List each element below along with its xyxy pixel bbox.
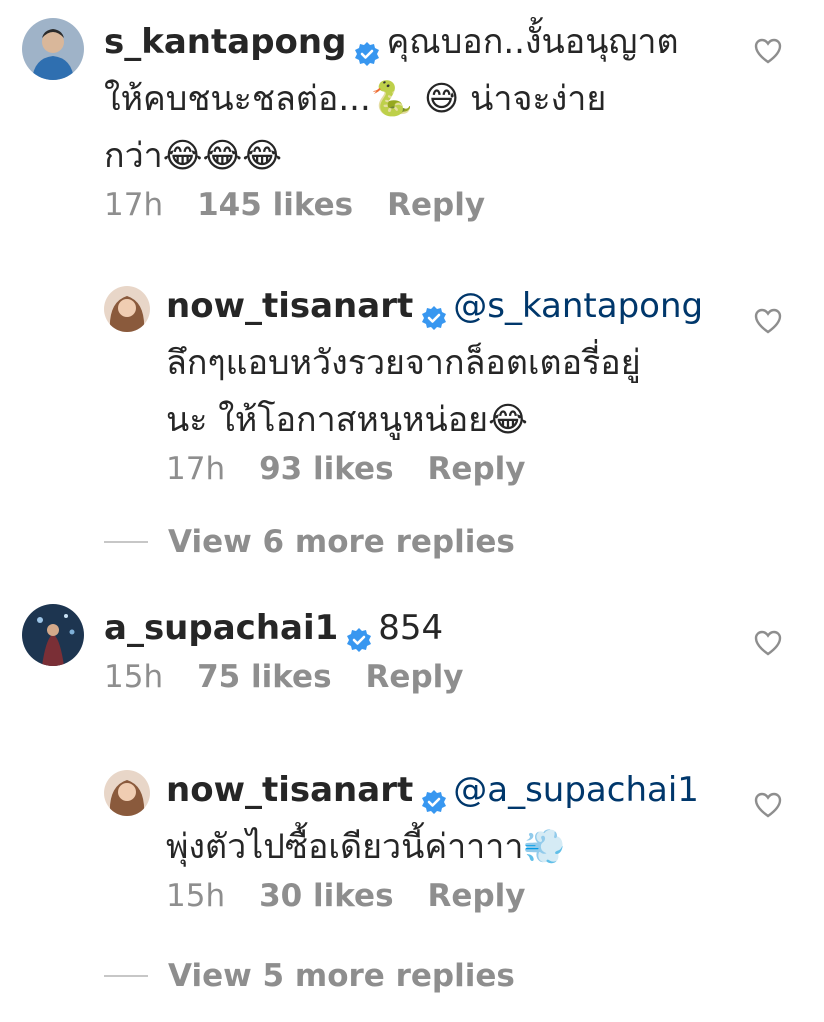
reply-button[interactable]: Reply — [428, 878, 526, 914]
verified-badge-icon — [421, 776, 447, 814]
comment-line: กว่า😂😂😂 — [104, 136, 282, 176]
timestamp: 15h — [104, 659, 164, 695]
comment-text: a_supachai1 854 — [104, 600, 722, 657]
timestamp: 17h — [104, 187, 164, 223]
view-more-label: View 6 more replies — [168, 524, 515, 560]
likes-count[interactable]: 30 likes — [259, 878, 393, 914]
likes-count[interactable]: 75 likes — [197, 659, 331, 695]
comment-a-supachai1: a_supachai1 854 15h 75 likes Reply — [22, 600, 722, 695]
heart-outline-icon[interactable] — [754, 38, 782, 64]
avatar[interactable] — [104, 770, 150, 816]
username[interactable]: a_supachai1 — [104, 608, 338, 648]
reply-now-tisanart: now_tisanart @a_supachai1 พุ่งตัวไปซื้อเด… — [104, 762, 724, 914]
reply-button[interactable]: Reply — [387, 187, 485, 223]
comment-content: a_supachai1 854 15h 75 likes Reply — [104, 600, 722, 695]
comment-content: now_tisanart @a_supachai1 พุ่งตัวไปซื้อเด… — [166, 762, 724, 914]
comment-meta: 15h 75 likes Reply — [104, 659, 722, 695]
comment-line: พุ่งตัวไปซื้อเดียวนี้ค่าาาา💨 — [166, 827, 566, 867]
comment-meta: 15h 30 likes Reply — [166, 878, 724, 914]
timestamp: 17h — [166, 451, 226, 487]
heart-outline-icon[interactable] — [754, 630, 782, 656]
comment-content: now_tisanart @s_kantapong ลึกๆแอบหวังรวยจ… — [166, 278, 724, 487]
comment-text: s_kantapong คุณบอก..งั้นอนุญาต ให้คบชนะชล… — [104, 14, 722, 185]
username[interactable]: s_kantapong — [104, 22, 346, 62]
comment-line: ลึกๆแอบหวังรวยจากล็อตเตอรี่อยู่ — [166, 343, 641, 383]
likes-count[interactable]: 93 likes — [259, 451, 393, 487]
comment-text: now_tisanart @s_kantapong ลึกๆแอบหวังรวยจ… — [166, 278, 724, 449]
verified-badge-icon — [354, 28, 380, 66]
heart-outline-icon[interactable] — [754, 792, 782, 818]
avatar[interactable] — [104, 286, 150, 332]
comment-content: s_kantapong คุณบอก..งั้นอนุญาต ให้คบชนะชล… — [104, 14, 722, 223]
comment-line: ให้คบชนะชลต่อ...🐍 😅 น่าจะง่าย — [104, 79, 607, 119]
divider-line — [104, 975, 148, 977]
username[interactable]: now_tisanart — [166, 770, 413, 810]
reply-button[interactable]: Reply — [428, 451, 526, 487]
comment-meta: 17h 93 likes Reply — [166, 451, 724, 487]
likes-count[interactable]: 145 likes — [197, 187, 353, 223]
comment-line: คุณบอก..งั้นอนุญาต — [386, 22, 679, 62]
mention-link[interactable]: @a_supachai1 — [453, 770, 699, 810]
heart-outline-icon[interactable] — [754, 308, 782, 334]
verified-badge-icon — [346, 614, 372, 652]
view-more-replies-button[interactable]: View 6 more replies — [104, 524, 515, 560]
divider-line — [104, 541, 148, 543]
view-more-replies-button[interactable]: View 5 more replies — [104, 958, 515, 994]
view-more-label: View 5 more replies — [168, 958, 515, 994]
verified-badge-icon — [421, 292, 447, 330]
timestamp: 15h — [166, 878, 226, 914]
comment-s-kantapong: s_kantapong คุณบอก..งั้นอนุญาต ให้คบชนะชล… — [22, 14, 722, 223]
comment-line: นะ ให้โอกาสหนูหน่อย😂 — [166, 400, 528, 440]
comment-text: now_tisanart @a_supachai1 พุ่งตัวไปซื้อเด… — [166, 762, 724, 876]
comment-line: 854 — [378, 608, 444, 648]
avatar[interactable] — [22, 18, 84, 80]
comment-meta: 17h 145 likes Reply — [104, 187, 722, 223]
reply-button[interactable]: Reply — [366, 659, 464, 695]
reply-now-tisanart: now_tisanart @s_kantapong ลึกๆแอบหวังรวยจ… — [104, 278, 724, 487]
avatar[interactable] — [22, 604, 84, 666]
mention-link[interactable]: @s_kantapong — [453, 286, 703, 326]
username[interactable]: now_tisanart — [166, 286, 413, 326]
